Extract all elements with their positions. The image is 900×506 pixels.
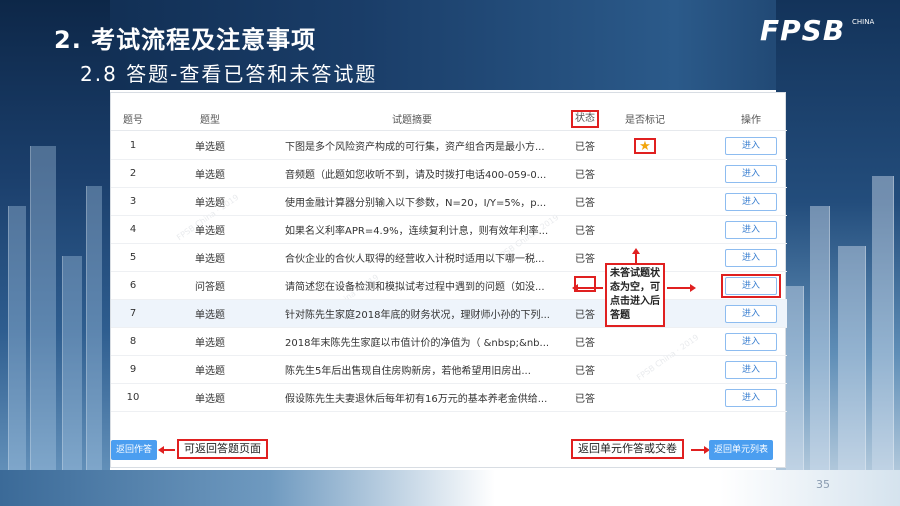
- header-status-label: 状态: [571, 109, 599, 128]
- enter-question-button[interactable]: 进入: [725, 164, 777, 183]
- header-status: 状态: [559, 109, 611, 128]
- question-number: 5: [129, 252, 137, 263]
- question-number: 9: [129, 364, 137, 375]
- question-status: 已答: [575, 310, 595, 321]
- marked-highlight: ★: [634, 137, 656, 154]
- question-action: 进入: [701, 248, 801, 267]
- star-icon: ★: [639, 138, 651, 154]
- enter-question-button[interactable]: 进入: [725, 332, 777, 351]
- question-number: 2: [129, 168, 137, 179]
- question-type: 单选题: [195, 310, 225, 321]
- table-row: 5 单选题 合伙企业的合伙人取得的经营收入计税时适用以下哪一税... 已答 进入: [111, 244, 787, 272]
- slide-subtitle: 2.8 答题-查看已答和未答试题: [80, 62, 378, 86]
- table-row: 10 单选题 假设陈先生夫妻退休后每年初有16万元的基本养老金供给... 已答 进入: [111, 384, 787, 412]
- question-action: 进入: [701, 360, 801, 379]
- question-status: 已答: [575, 254, 595, 265]
- question-status: 已答: [575, 142, 595, 153]
- enter-question-button[interactable]: 进入: [725, 192, 777, 211]
- question-status: [559, 276, 611, 295]
- enter-question-button[interactable]: 进入: [725, 220, 777, 239]
- question-summary: 如果名义利率APR=4.9%，连续复利计息，则有效年利率...: [285, 226, 549, 237]
- back-to-answer-button[interactable]: 返回作答: [111, 440, 158, 460]
- fpsb-logo: FPSB: [760, 14, 846, 47]
- header-action: 操作: [741, 115, 761, 126]
- slide-title: 2. 考试流程及注意事项: [54, 26, 317, 54]
- question-status: 已答: [575, 226, 595, 237]
- enter-question-button[interactable]: 进入: [725, 388, 777, 407]
- question-type: 问答题: [195, 282, 225, 293]
- question-action: 进入: [701, 388, 801, 407]
- question-number: 4: [129, 224, 137, 235]
- enter-question-button[interactable]: 进入: [725, 248, 777, 267]
- question-status: 已答: [575, 338, 595, 349]
- back-note: 可返回答题页面: [177, 439, 268, 459]
- question-number: 6: [129, 280, 137, 291]
- question-type: 单选题: [195, 226, 225, 237]
- question-type: 单选题: [195, 254, 225, 265]
- callout-arrow-right: [667, 284, 696, 292]
- question-number: 10: [126, 392, 140, 403]
- table-row: 3 单选题 使用金融计算器分别输入以下参数，N=20，I/Y=5%，p... 已答 进入: [111, 188, 787, 216]
- table-row: 7 单选题 针对陈先生家庭2018年底的财务状况，理财师小孙的下列... 已答 进入: [111, 300, 787, 328]
- table-row: 6 问答题 请简述您在设备检测和模拟试考过程中遇到的问题（如没... 进入: [111, 272, 787, 300]
- enter-question-button[interactable]: 进入: [725, 136, 777, 155]
- question-summary: 针对陈先生家庭2018年底的财务状况，理财师小孙的下列...: [285, 310, 550, 321]
- question-action: 进入: [701, 192, 801, 211]
- question-status: 已答: [575, 198, 595, 209]
- question-summary: 陈先生5年后出售现自住房购新房，若他希望用旧房出...: [285, 366, 531, 377]
- question-action: 进入: [701, 136, 801, 155]
- callout-arrow-left: [572, 284, 603, 292]
- header-summary: 试题摘要: [392, 115, 432, 126]
- table-row: 2 单选题 音频题（此题如您收听不到，请及时拨打电话400-059-0... 已答 进入: [111, 160, 787, 188]
- question-status: 已答: [575, 394, 595, 405]
- question-status: 已答: [575, 366, 595, 377]
- table-row: 1 单选题 下图是多个风险资产构成的可行集，资产组合丙是最小方... 已答 ★ 进入: [111, 132, 787, 160]
- question-type: 单选题: [195, 170, 225, 181]
- question-action: 进入: [701, 332, 801, 351]
- question-list-panel: FPSB China · 2019 FPSB China · 2019 FPSB…: [110, 92, 787, 468]
- header-type: 题型: [200, 115, 220, 126]
- back-to-unit-list-button[interactable]: 返回单元列表: [709, 440, 774, 460]
- unanswered-callout: 未答试题状态为空，可点击进入后答题: [605, 263, 665, 327]
- question-number: 8: [129, 336, 137, 347]
- unit-note: 返回单元作答或交卷: [571, 439, 684, 459]
- table-row: 4 单选题 如果名义利率APR=4.9%，连续复利计息，则有效年利率... 已答 进入: [111, 216, 787, 244]
- unit-note-arrow: [691, 446, 710, 454]
- header-num: 题号: [123, 115, 143, 126]
- back-note-arrow: [158, 446, 175, 454]
- question-type: 单选题: [195, 338, 225, 349]
- question-number: 3: [129, 196, 137, 207]
- enter-question-button[interactable]: 进入: [725, 276, 777, 295]
- question-summary: 音频题（此题如您收听不到，请及时拨打电话400-059-0...: [285, 170, 547, 181]
- callout-arrow-up: [632, 248, 640, 263]
- question-summary: 2018年末陈先生家庭以市值计价的净值为（ &nbsp;&nb...: [285, 338, 550, 349]
- question-action: 进入: [701, 220, 801, 239]
- question-summary: 下图是多个风险资产构成的可行集，资产组合丙是最小方...: [285, 142, 545, 153]
- question-type: 单选题: [195, 366, 225, 377]
- question-action: 进入: [701, 273, 801, 298]
- table-row: 9 单选题 陈先生5年后出售现自住房购新房，若他希望用旧房出... 已答 进入: [111, 356, 787, 384]
- slide-footer-background: [0, 470, 900, 506]
- question-summary: 请简述您在设备检测和模拟试考过程中遇到的问题（如没...: [285, 282, 545, 293]
- question-summary: 合伙企业的合伙人取得的经营收入计税时适用以下哪一税...: [285, 254, 545, 265]
- question-number: 7: [129, 308, 137, 319]
- question-marked: ★: [619, 137, 671, 154]
- question-summary: 使用金融计算器分别输入以下参数，N=20，I/Y=5%，p...: [285, 198, 547, 209]
- question-summary: 假设陈先生夫妻退休后每年初有16万元的基本养老金供给...: [285, 394, 548, 405]
- question-number: 1: [129, 140, 137, 151]
- question-type: 单选题: [195, 394, 225, 405]
- table-header: 题号 题型 试题摘要 状态 是否标记 操作: [111, 107, 787, 131]
- question-type: 单选题: [195, 198, 225, 209]
- question-action: 进入: [701, 164, 801, 183]
- table-row: 8 单选题 2018年末陈先生家庭以市值计价的净值为（ &nbsp;&nb... 已答…: [111, 328, 787, 356]
- page-number: 35: [816, 478, 830, 491]
- question-action: 进入: [701, 304, 801, 323]
- enter-question-button[interactable]: 进入: [725, 304, 777, 323]
- header-marked: 是否标记: [625, 115, 665, 126]
- question-status: 已答: [575, 170, 595, 181]
- enter-highlight: 进入: [721, 273, 781, 298]
- fpsb-logo-sub: CHINA: [852, 18, 875, 26]
- enter-question-button[interactable]: 进入: [725, 360, 777, 379]
- question-type: 单选题: [195, 142, 225, 153]
